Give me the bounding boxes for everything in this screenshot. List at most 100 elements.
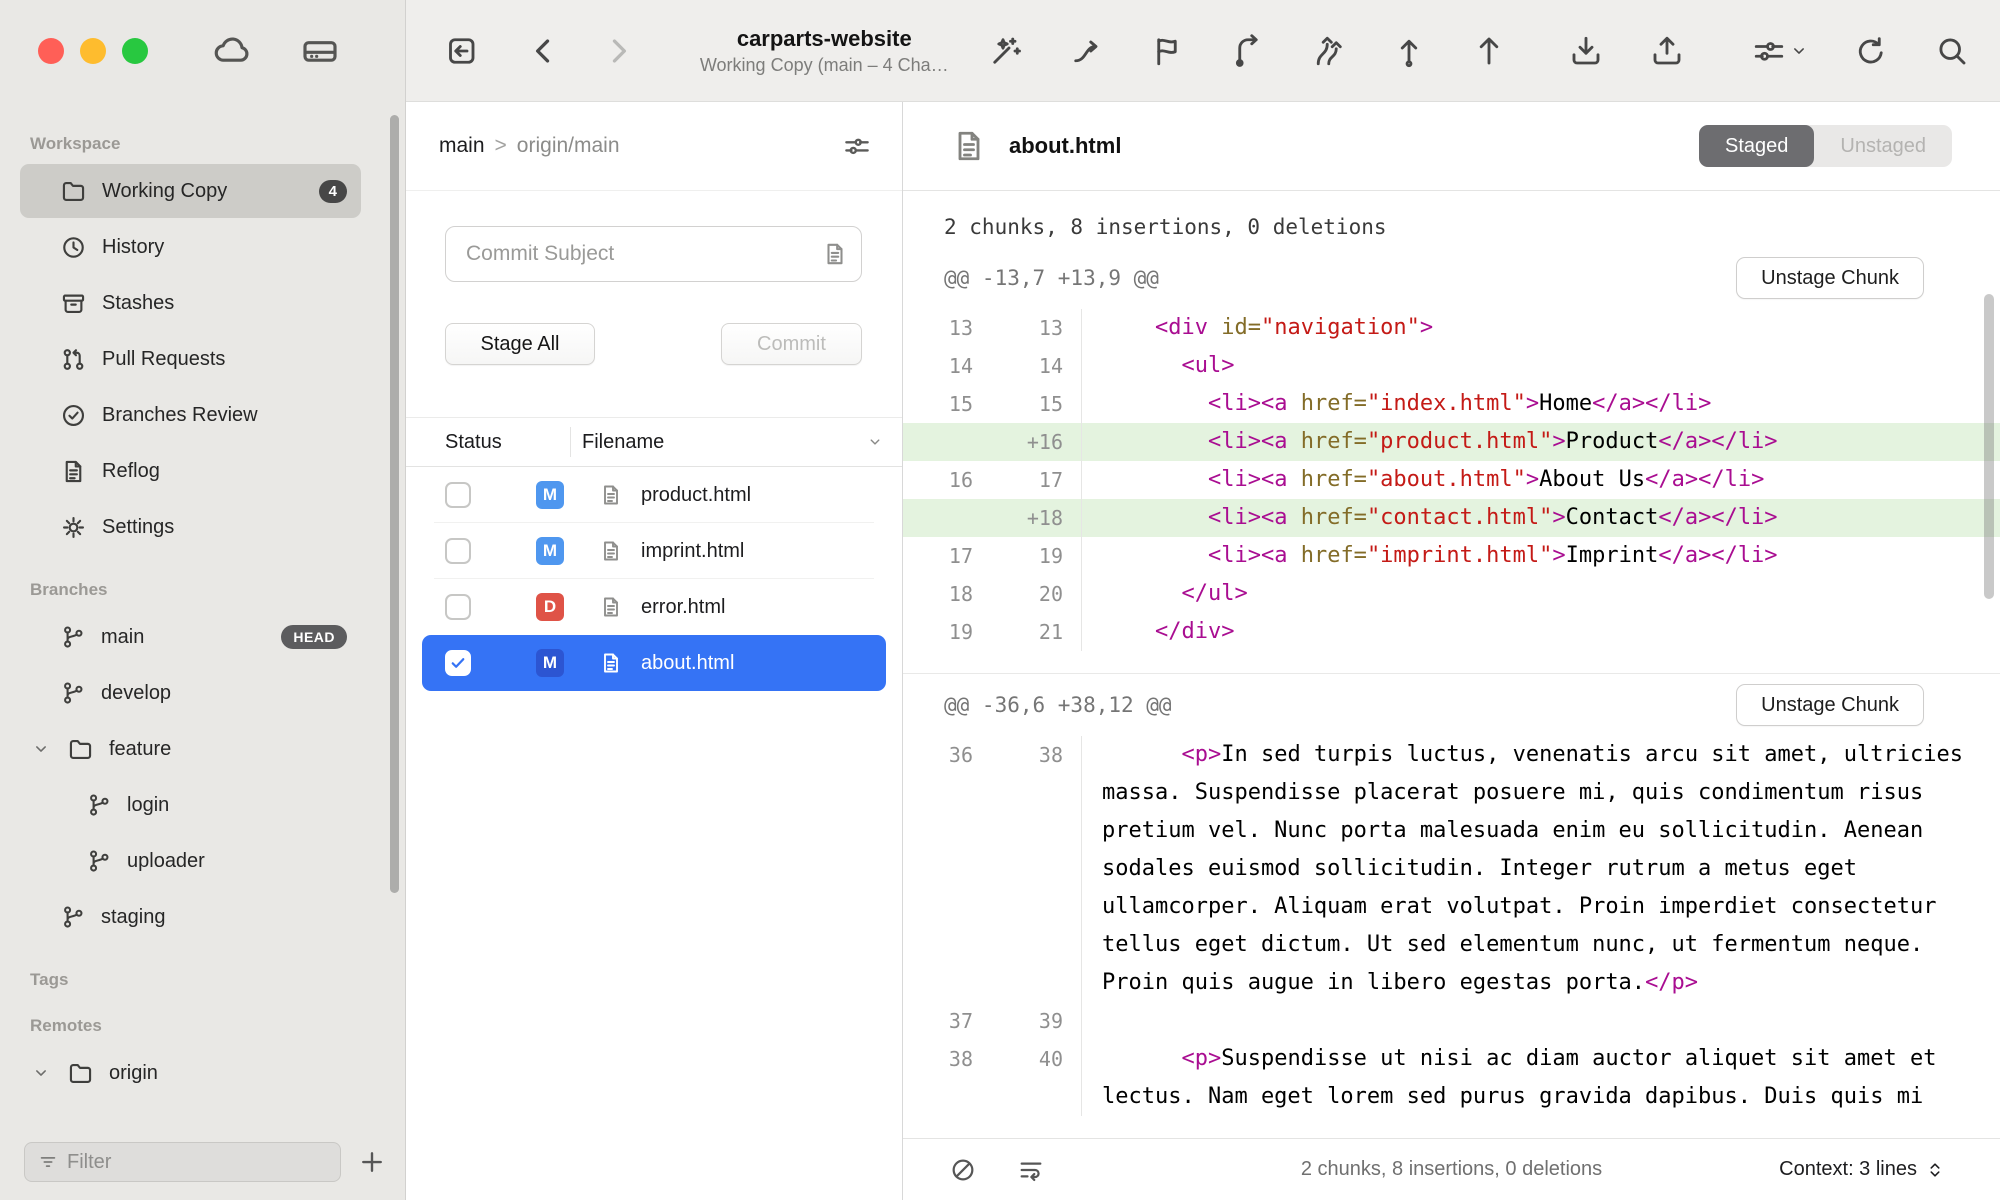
status-badge-modified: M — [536, 481, 564, 509]
forward-icon[interactable] — [600, 32, 637, 70]
sidebar-item-reflog[interactable]: Reflog — [20, 444, 361, 498]
sidebar-item-working-copy[interactable]: Working Copy 4 — [20, 164, 361, 218]
cloud-accounts-icon[interactable] — [212, 31, 252, 71]
open-repository-icon[interactable] — [443, 32, 480, 70]
diff-line[interactable]: 1313 <div id="navigation"> — [903, 309, 2000, 347]
document-icon — [60, 458, 87, 485]
sidebar-item-branch-folder-feature[interactable]: feature — [20, 722, 361, 776]
sidebar-item-stashes[interactable]: Stashes — [20, 276, 361, 330]
diff-line[interactable]: 1515 <li><a href="index.html">Home</a></… — [903, 385, 2000, 423]
diff-line-added[interactable]: +16 <li><a href="product.html">Product</… — [903, 423, 2000, 461]
app-window: Workspace Working Copy 4 History Stashes… — [0, 0, 2000, 1200]
diff-line[interactable]: 1414 <ul> — [903, 347, 2000, 385]
branch-icon — [60, 624, 86, 650]
stash-box-icon — [60, 290, 87, 317]
ignore-whitespace-icon[interactable] — [949, 1156, 977, 1184]
stage-checkbox[interactable] — [445, 594, 471, 620]
file-row-imprint[interactable]: M imprint.html — [422, 523, 886, 579]
minimize-window-button[interactable] — [80, 38, 106, 64]
diff-line[interactable]: 3739 — [903, 1002, 2000, 1040]
chevron-down-icon[interactable] — [30, 1063, 52, 1083]
diff-line[interactable]: 1617 <li><a href="about.html">About Us</… — [903, 461, 2000, 499]
file-row-about[interactable]: M about.html — [422, 635, 886, 691]
file-icon — [599, 483, 623, 507]
remote-folder-icon — [67, 1060, 94, 1087]
status-badge-modified: M — [536, 649, 564, 677]
branch-icon — [60, 680, 86, 706]
sidebar-item-remote-origin[interactable]: origin — [20, 1046, 361, 1100]
section-title-workspace: Workspace — [30, 134, 405, 154]
tab-unstaged[interactable]: Unstaged — [1814, 125, 1952, 167]
status-column-header[interactable]: Status — [406, 431, 570, 454]
folder-icon — [67, 736, 94, 763]
create-branch-icon[interactable] — [1149, 32, 1186, 70]
quick-launch-icon[interactable] — [988, 32, 1025, 70]
stage-all-button[interactable]: Stage All — [445, 323, 595, 365]
unstash-icon[interactable] — [1648, 32, 1685, 70]
close-window-button[interactable] — [38, 38, 64, 64]
sidebar-item-branch-uploader[interactable]: uploader — [20, 834, 361, 888]
diff-scrollbar[interactable] — [1984, 294, 1994, 599]
diff-line[interactable]: 1719 <li><a href="imprint.html">Imprint<… — [903, 537, 2000, 575]
refresh-icon[interactable] — [1853, 32, 1890, 70]
diff-line-added[interactable]: +18 <li><a href="contact.html">Contact</… — [903, 499, 2000, 537]
diff-line[interactable]: 3840 <p>Suspendisse ut nisi ac diam auct… — [903, 1040, 2000, 1116]
stash-icon[interactable] — [1568, 32, 1605, 70]
diff-summary: 2 chunks, 8 insertions, 0 deletions — [903, 191, 2000, 247]
sidebar-item-branch-login[interactable]: login — [20, 778, 361, 832]
file-row-error[interactable]: D error.html — [422, 579, 886, 635]
search-icon[interactable] — [1933, 32, 1970, 70]
diff-line[interactable]: 1921 </div> — [903, 613, 2000, 651]
view-options-icon[interactable] — [1751, 33, 1809, 69]
context-lines-label: Context: 3 lines — [1779, 1158, 1917, 1181]
branch-icon — [86, 848, 112, 874]
stage-checkbox[interactable] — [445, 538, 471, 564]
diff-table: 3638 <p>In sed turpis luctus, venenatis … — [903, 736, 2000, 1116]
sidebar-item-branch-main[interactable]: main HEAD — [20, 610, 361, 664]
filter-input[interactable] — [67, 1151, 328, 1174]
chevron-down-icon[interactable] — [30, 739, 52, 759]
sidebar-item-branches-review[interactable]: Branches Review — [20, 388, 361, 442]
stage-checkbox[interactable] — [445, 482, 471, 508]
unstage-chunk-button[interactable]: Unstage Chunk — [1736, 684, 1924, 726]
sidebar-item-settings[interactable]: Settings — [20, 500, 361, 554]
diff-panel: about.html Staged Unstaged 2 chunks, 8 i… — [903, 102, 2000, 1200]
file-row-product[interactable]: M product.html — [422, 467, 886, 523]
commit-button[interactable]: Commit — [721, 323, 862, 365]
unstage-chunk-button[interactable]: Unstage Chunk — [1736, 257, 1924, 299]
context-lines-control[interactable]: Context: 3 lines — [1779, 1158, 1945, 1181]
breadcrumb-current-branch[interactable]: main — [439, 134, 485, 158]
main-area: carparts-website Working Copy (main – 4 … — [406, 0, 2000, 1200]
fetch-icon[interactable] — [1391, 32, 1428, 70]
diff-line[interactable]: 3638 <p>In sed turpis luctus, venenatis … — [903, 736, 2000, 1002]
filename-column-header[interactable]: Filename — [570, 431, 866, 454]
sidebar-item-pull-requests[interactable]: Pull Requests — [20, 332, 361, 386]
local-repositories-icon[interactable] — [300, 31, 340, 71]
checkout-icon[interactable] — [1068, 32, 1105, 70]
diff-footer-stats: 2 chunks, 8 insertions, 0 deletions — [1301, 1158, 1602, 1181]
stage-checkbox-checked[interactable] — [445, 650, 471, 676]
file-table-header: Status Filename — [406, 417, 902, 467]
window-controls — [0, 0, 405, 102]
file-filter-options-icon[interactable] — [842, 131, 872, 161]
commit-subject-input[interactable] — [445, 226, 862, 282]
chevron-down-icon[interactable] — [866, 433, 884, 451]
sidebar-scrollbar[interactable] — [390, 115, 399, 893]
add-repository-button[interactable] — [357, 1147, 387, 1177]
branch-icon — [60, 904, 86, 930]
filter-icon — [37, 1151, 59, 1173]
tab-staged[interactable]: Staged — [1699, 125, 1814, 167]
branch-icon — [86, 792, 112, 818]
rebase-icon[interactable] — [1310, 32, 1347, 70]
merge-icon[interactable] — [1230, 32, 1267, 70]
diff-line[interactable]: 1820 </ul> — [903, 575, 2000, 613]
breadcrumb-upstream-branch[interactable]: origin/main — [517, 134, 620, 158]
back-icon[interactable] — [526, 32, 563, 70]
sidebar-item-branch-develop[interactable]: develop — [20, 666, 361, 720]
diff-file-title: about.html — [1009, 133, 1121, 159]
zoom-window-button[interactable] — [122, 38, 148, 64]
line-wrap-icon[interactable] — [1017, 1156, 1045, 1184]
sidebar-item-branch-staging[interactable]: staging — [20, 890, 361, 944]
sidebar-item-history[interactable]: History — [20, 220, 361, 274]
push-icon[interactable] — [1471, 32, 1508, 70]
